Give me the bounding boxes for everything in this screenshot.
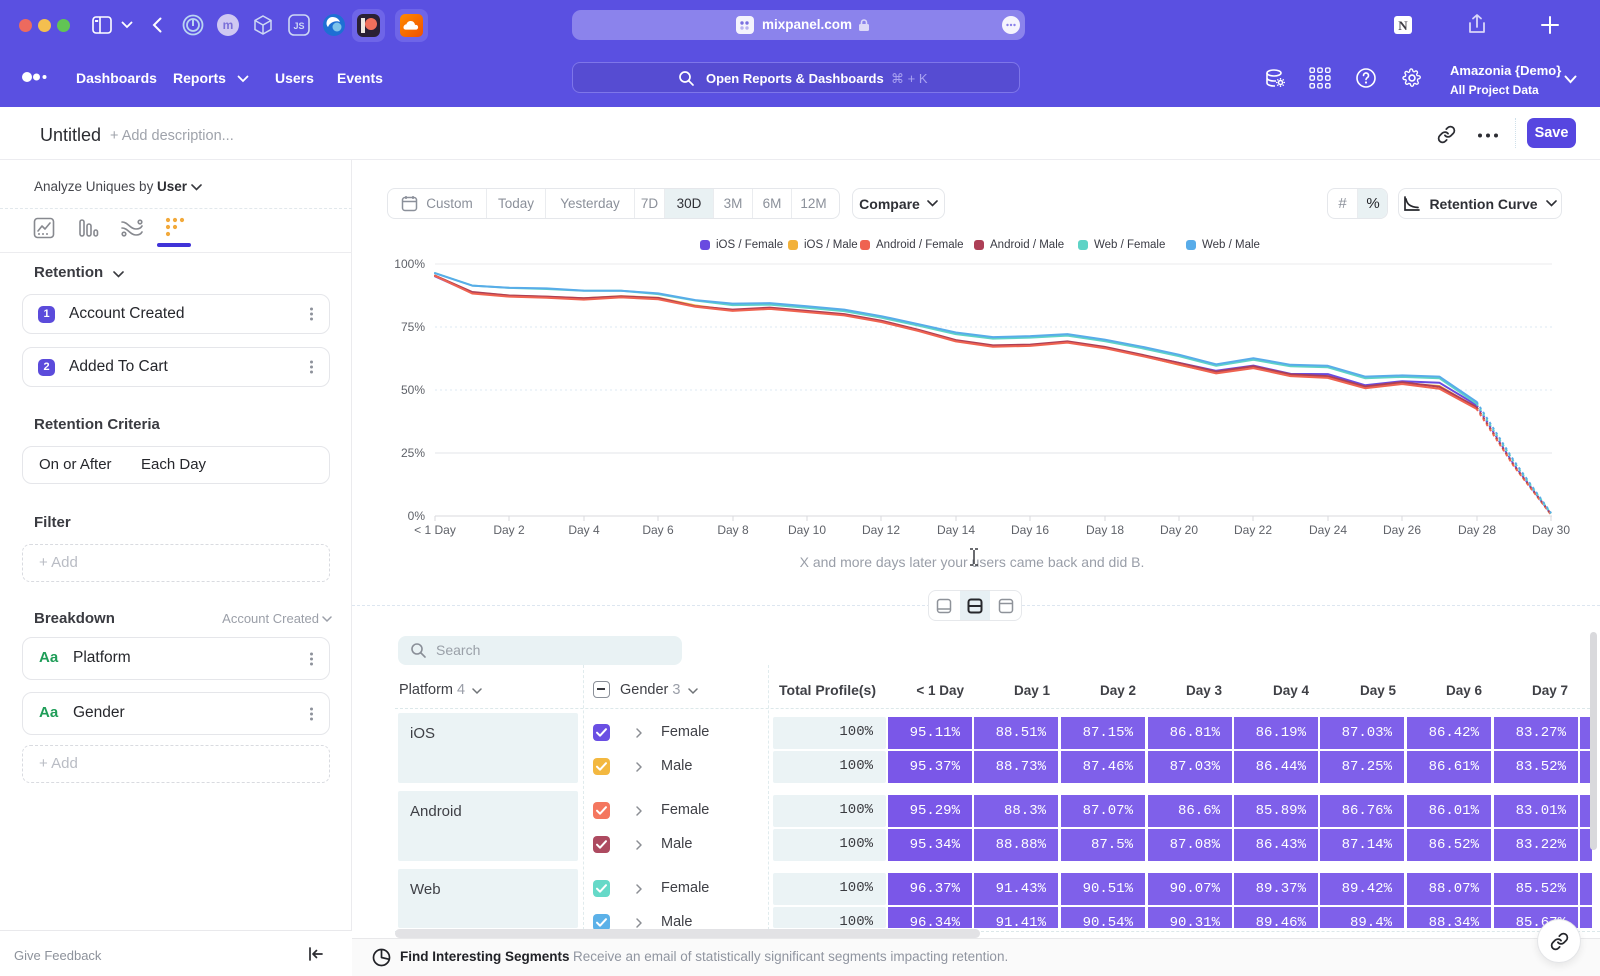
svg-text:Day 6: Day 6 <box>642 523 674 537</box>
svg-text:Day 28: Day 28 <box>1458 523 1496 537</box>
svg-text:25%: 25% <box>401 446 425 460</box>
svg-text:Day 8: Day 8 <box>717 523 749 537</box>
svg-text:Day 12: Day 12 <box>862 523 900 537</box>
svg-text:Day 26: Day 26 <box>1383 523 1421 537</box>
svg-text:Day 10: Day 10 <box>788 523 826 537</box>
svg-text:Day 16: Day 16 <box>1011 523 1049 537</box>
svg-text:Day 14: Day 14 <box>937 523 975 537</box>
svg-text:Day 22: Day 22 <box>1234 523 1272 537</box>
svg-text:Day 24: Day 24 <box>1309 523 1347 537</box>
svg-text:0%: 0% <box>408 509 426 523</box>
svg-text:Day 30: Day 30 <box>1532 523 1570 537</box>
svg-text:100%: 100% <box>394 257 425 271</box>
svg-text:Day 4: Day 4 <box>568 523 600 537</box>
svg-text:Day 18: Day 18 <box>1086 523 1124 537</box>
svg-text:Day 20: Day 20 <box>1160 523 1198 537</box>
svg-text:< 1 Day: < 1 Day <box>414 523 456 537</box>
svg-text:75%: 75% <box>401 320 425 334</box>
svg-text:50%: 50% <box>401 383 425 397</box>
svg-text:Day 2: Day 2 <box>493 523 525 537</box>
